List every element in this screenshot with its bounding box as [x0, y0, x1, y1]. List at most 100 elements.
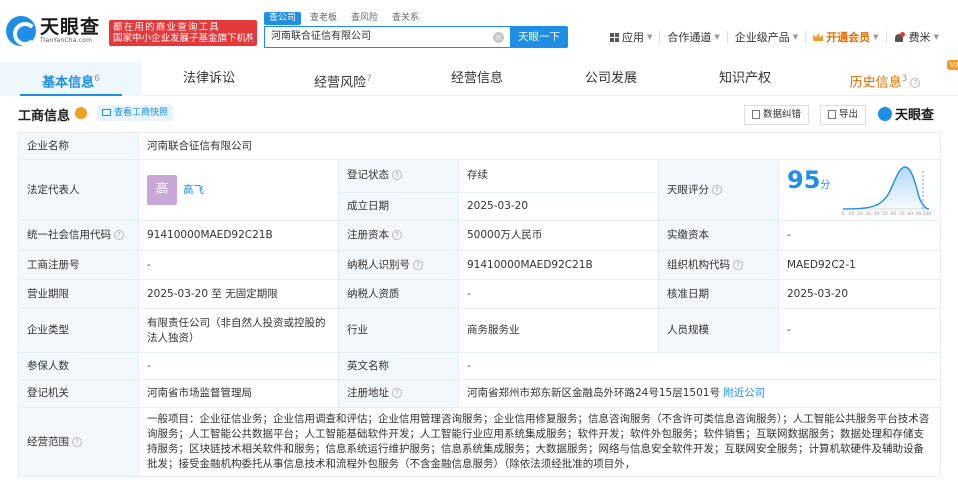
- search-button[interactable]: 天眼一下: [510, 26, 568, 48]
- help-icon[interactable]: ?: [910, 77, 921, 88]
- crown-icon: [813, 33, 824, 41]
- score-unit: 分: [820, 180, 831, 191]
- curve-tick-label: 90: [916, 211, 922, 217]
- paid-capital-label: 实缴资本: [658, 220, 779, 251]
- taxpayer-id-label: 纳税人识别号?: [338, 250, 459, 280]
- top-nav: 应用 ▼ 合作通道 ▼ 企业级产品 ▼ 开通会员 ▼ 费米 ▼: [610, 28, 939, 46]
- search-tab-relation[interactable]: 查关系: [387, 12, 424, 25]
- tab-label: 经营风险: [314, 75, 367, 91]
- curve-tick-label: 100: [923, 211, 931, 217]
- term-label: 营业期限: [18, 279, 139, 309]
- nav-apps[interactable]: 应用 ▼: [610, 29, 667, 45]
- help-icon[interactable]: ?: [392, 388, 402, 398]
- export-label: 导出: [839, 109, 859, 120]
- score-value: 95分: [787, 168, 831, 193]
- help-icon[interactable]: ?: [733, 259, 743, 270]
- help-icon[interactable]: ?: [72, 436, 82, 447]
- org-code-label-text: 组织机构代码: [667, 258, 730, 271]
- search-box: ×: [264, 26, 510, 48]
- camera-icon: [102, 109, 111, 116]
- tab-legal[interactable]: 法律诉讼: [142, 62, 276, 96]
- chevron-down-icon: ▼: [933, 33, 939, 41]
- search-type-tabs: 查公司 查老板 查风险 查关系: [264, 12, 428, 25]
- tab-label: 历史信息: [849, 75, 902, 91]
- help-icon[interactable]: ?: [392, 170, 402, 181]
- apps-grid-icon: [610, 32, 619, 42]
- company-name-label: 企业名称: [18, 132, 139, 160]
- tab-count: 7: [366, 74, 372, 84]
- address-value: 河南省郑州市郑东新区金融岛外环路24号15层1501号: [467, 387, 720, 399]
- curve-tick-label: 40: [874, 211, 880, 217]
- main-tabs: 基本信息6 法律诉讼 经营风险7 经营信息 公司发展 知识产权 历史信息3? VI…: [0, 60, 958, 96]
- bell-icon[interactable]: [894, 31, 905, 43]
- logo-text: 天眼查: [40, 16, 101, 38]
- snapshot-button[interactable]: 查看工商快照: [97, 105, 174, 121]
- search-tab-boss[interactable]: 查老板: [305, 12, 342, 25]
- logo-domain: TianYanCha.com: [40, 37, 93, 44]
- org-code-label: 组织机构代码?: [658, 250, 779, 280]
- insured-value: -: [138, 352, 339, 380]
- reg-capital-value: 50000万人民币: [458, 220, 659, 251]
- term-value: 2025-03-20 至 无固定期限: [138, 279, 339, 309]
- nearby-companies-link[interactable]: 附近公司: [723, 387, 765, 399]
- curve-tick-label: 60: [891, 211, 897, 217]
- score-number: 95: [787, 166, 821, 194]
- credit-code-label-text: 统一社会信用代码: [27, 229, 111, 241]
- score-cell[interactable]: 95分 0 10 20 30 40 50 60 70 80 90 100: [777, 159, 942, 221]
- nav-cooperation-label: 合作通道: [667, 31, 712, 44]
- reg-no-value: -: [138, 250, 339, 280]
- help-icon[interactable]: ?: [413, 259, 423, 270]
- export-button[interactable]: 导出: [820, 105, 867, 125]
- paid-capital-value: -: [777, 220, 942, 251]
- scope-label-text: 经营范围: [27, 435, 69, 448]
- hot-icon: [75, 107, 87, 119]
- search-tab-risk[interactable]: 查风险: [346, 12, 383, 25]
- chevron-down-icon: ▼: [792, 33, 799, 41]
- nav-cooperation[interactable]: 合作通道 ▼: [667, 29, 734, 45]
- legal-rep-label: 法定代表人: [18, 159, 139, 221]
- help-icon[interactable]: ?: [114, 230, 124, 240]
- tab-development[interactable]: 公司发展: [544, 62, 678, 96]
- nav-apps-label: 应用: [622, 31, 644, 44]
- reg-status-label: 登记状态?: [338, 159, 459, 193]
- clear-icon[interactable]: ×: [493, 32, 504, 43]
- taxpayer-qual-value: -: [458, 279, 659, 309]
- tab-ip[interactable]: 知识产权: [678, 62, 812, 96]
- export-icon: [828, 110, 836, 119]
- promo-banner[interactable]: 都在用的商业查询工具 国家中小企业发展子基金旗下机构: [109, 20, 257, 46]
- tab-count: 3: [901, 74, 908, 84]
- edit-icon: [752, 110, 760, 119]
- search-tab-company[interactable]: 查公司: [264, 12, 302, 25]
- address-cell: 河南省郑州市郑东新区金融岛外环路24号15层1501号 附近公司: [457, 379, 942, 408]
- logo-eye-icon: [878, 106, 892, 121]
- curve-tick-label: 20: [857, 211, 863, 217]
- chevron-down-icon: ▼: [873, 33, 879, 41]
- tab-basic-info[interactable]: 基本信息6: [0, 62, 142, 96]
- curve-tick-label: 0: [842, 211, 845, 217]
- user-name: 费米: [908, 31, 931, 44]
- industry-label: 行业: [338, 308, 459, 353]
- snapshot-label: 查看工商快照: [114, 108, 169, 118]
- credit-code-label: 统一社会信用代码?: [18, 220, 139, 251]
- avatar[interactable]: 高: [147, 175, 177, 205]
- nav-enterprise-label: 企业级产品: [734, 31, 790, 44]
- tianyancha-logo[interactable]: 天眼查 TianYanCha.com: [6, 16, 100, 46]
- search-input[interactable]: [271, 27, 491, 47]
- tab-history[interactable]: 历史信息3? VIP: [812, 60, 958, 96]
- brand-mark: 天眼查: [878, 104, 934, 123]
- data-correction-button[interactable]: 数据纠错: [744, 105, 810, 125]
- legal-rep-link[interactable]: 高飞: [183, 184, 204, 196]
- nav-open-vip[interactable]: 开通会员 ▼: [813, 29, 893, 45]
- reg-status-value: 存续: [458, 159, 659, 193]
- help-icon[interactable]: ?: [392, 230, 402, 240]
- help-icon[interactable]: ?: [712, 184, 722, 195]
- taxpayer-id-value: 91410000MAED92C21B: [458, 250, 659, 280]
- tab-business-risk[interactable]: 经营风险7: [276, 62, 410, 96]
- nav-enterprise-products[interactable]: 企业级产品 ▼: [735, 29, 813, 45]
- address-label-text: 注册地址: [347, 387, 389, 399]
- tab-label: 知识产权: [718, 71, 771, 86]
- tab-label: 经营信息: [450, 71, 503, 86]
- reg-capital-label-text: 注册资本: [347, 229, 389, 241]
- nav-user[interactable]: 费米 ▼: [894, 29, 939, 45]
- tab-business-info[interactable]: 经营信息: [410, 62, 544, 96]
